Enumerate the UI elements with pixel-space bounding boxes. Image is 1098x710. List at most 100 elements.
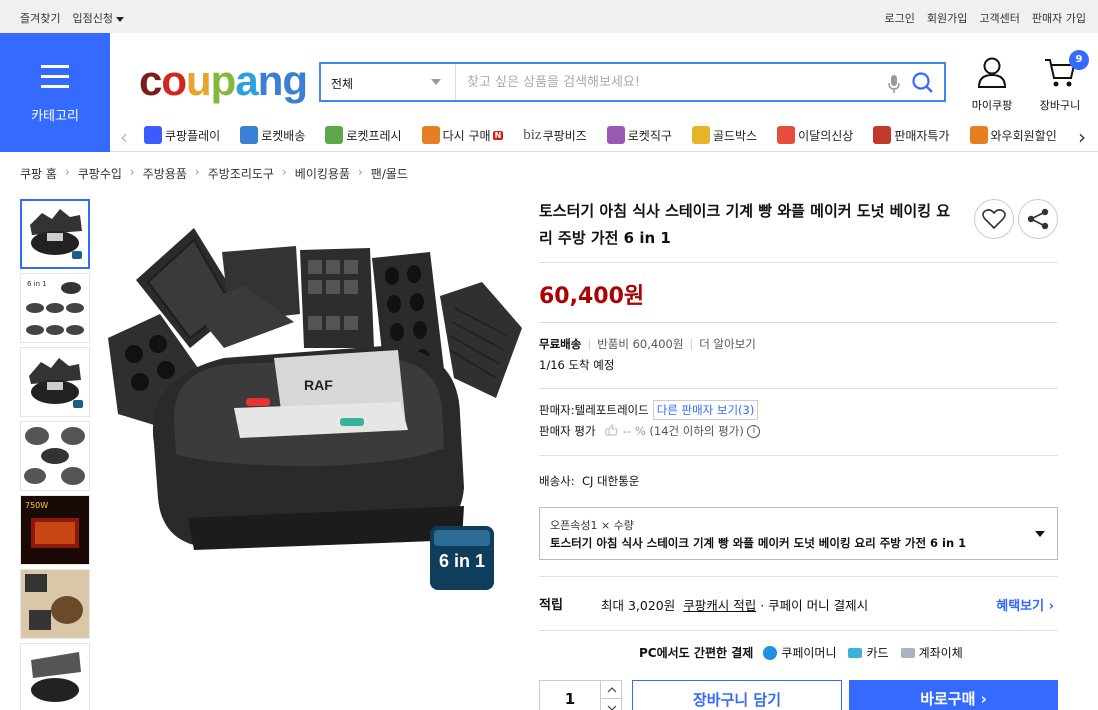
option-value: 토스터기 아침 식사 스테이크 기계 빵 와플 메이커 도넛 베이킹 요리 주방… [550, 536, 967, 550]
coupang-logo[interactable]: coupang [139, 57, 308, 104]
thumbnail-5[interactable]: 750W [20, 495, 90, 565]
category-button[interactable]: 카테고리 [0, 33, 110, 152]
nav-item-label: 로켓프레시 [346, 128, 402, 143]
nav-item[interactable]: 와우회원할인 [969, 126, 1057, 144]
seller-info: 판매자:텔레포트레이드 다른 판매자 보기(3) [539, 400, 759, 420]
nav-item[interactable]: 쿠팡플레이 [144, 126, 220, 144]
nav-item[interactable]: 로켓배송 [240, 126, 305, 144]
breadcrumb-item[interactable]: 팬/몰드 [371, 165, 408, 182]
signup-link[interactable]: 회원가입 [927, 10, 967, 26]
search-scope-select[interactable]: 전체 [321, 64, 456, 100]
chevron-up-icon [607, 687, 617, 693]
seller-label: 판매자: [539, 403, 575, 417]
customer-center-link[interactable]: 고객센터 [979, 10, 1019, 26]
nav-item[interactable]: 로켓직구 [606, 126, 672, 144]
search-scope-value: 전체 [331, 77, 354, 91]
logo-letter: a [235, 57, 258, 104]
wishlist-button[interactable] [974, 199, 1014, 239]
thumbnail-1[interactable] [20, 199, 90, 269]
arrival-date: 1/16 도착 예정 [539, 358, 615, 372]
quantity-down-button[interactable] [600, 699, 622, 710]
nav-item[interactable]: 로켓프레시 [325, 126, 402, 144]
nav-item-icon [691, 126, 710, 144]
category-label: 카테고리 [31, 109, 79, 124]
seller-apply-label: 입점신청 [72, 12, 113, 25]
info-icon[interactable]: i [747, 425, 761, 438]
heart-icon [982, 209, 1006, 230]
breadcrumb-item[interactable]: 베이킹용품 [295, 165, 350, 182]
breadcrumb-item[interactable]: 주방용품 [143, 165, 187, 182]
new-badge: N [492, 130, 504, 140]
category-nav: ‹ 쿠팡플레이 로켓배송 로켓프레시 다시 구매 N biz 쿠팡비즈 로켓직구 골드박스 이달의… [110, 119, 1098, 152]
rating-note: (14건 이하의 평가) [649, 424, 744, 438]
coupay-icon [763, 645, 778, 660]
reward-label: 적립 [539, 598, 563, 613]
thumbnail-4[interactable] [20, 421, 90, 491]
seller-apply-dropdown[interactable]: 입점신청 [72, 10, 124, 26]
quantity-stepper: 1 [539, 680, 622, 710]
nav-item[interactable]: 이달의신상 [777, 126, 853, 144]
other-sellers-button[interactable]: 다른 판매자 보기(3) [652, 400, 759, 420]
option-select[interactable]: 오픈속성1 × 수량 토스터기 아침 식사 스테이크 기계 빵 와플 메이커 도… [539, 507, 1058, 560]
nav-item[interactable]: 판매자특가 [873, 126, 950, 144]
share-button[interactable] [1018, 199, 1058, 239]
thumbnail-3[interactable] [20, 347, 90, 417]
nav-item[interactable]: 골드박스 [691, 126, 757, 144]
payment-card[interactable]: 카드 [848, 644, 889, 661]
breadcrumb-item[interactable]: 쿠팡 홈 [20, 165, 57, 182]
payment-coupaymoney[interactable]: 쿠페이머니 [763, 644, 836, 661]
svg-text:750W: 750W [25, 501, 48, 510]
buy-now-button[interactable]: 바로구매 › [849, 680, 1058, 710]
logo-letter: p [210, 57, 237, 104]
nav-prev-arrow-icon[interactable]: ‹ [120, 125, 128, 149]
nav-item-label: 판매자특가 [894, 128, 950, 143]
top-utility-bar: 즐겨찾기 입점신청 로그인 회원가입 고객센터 판매자 가입 [0, 0, 1098, 33]
nav-item-label: 로켓배송 [261, 128, 306, 143]
login-link[interactable]: 로그인 [885, 10, 915, 26]
thumbnail-7[interactable] [20, 643, 90, 710]
breadcrumb-separator-icon: › [194, 165, 200, 179]
thumbnail-2[interactable]: 6 in 1 [20, 273, 90, 343]
nav-item[interactable]: 다시 구매 N [421, 126, 504, 144]
search-input[interactable] [457, 64, 877, 100]
payment-method-label: 계좌이체 [918, 646, 963, 660]
nav-next-arrow-icon[interactable]: › [1078, 125, 1086, 149]
seller-signup-link[interactable]: 판매자 가입 [1032, 10, 1086, 26]
nav-item[interactable]: biz 쿠팡비즈 [523, 126, 587, 144]
microphone-icon[interactable] [887, 74, 901, 97]
carrier-info: 배송사: CJ 대한통운 [539, 473, 639, 489]
bookmark-link[interactable]: 즐겨찾기 [20, 10, 60, 26]
product-price: 60,400원 [539, 284, 645, 309]
benefits-link[interactable]: 혜택보기 › [996, 595, 1054, 614]
nav-item-label: 와우회원할인 [990, 128, 1057, 143]
user-icon [977, 57, 1007, 88]
quantity-up-button[interactable] [600, 681, 622, 699]
svg-text:6 in 1: 6 in 1 [27, 280, 47, 288]
nav-item-label: 쿠팡플레이 [165, 128, 221, 143]
divider [539, 576, 1058, 577]
nav-item-icon [325, 126, 344, 144]
search-icon[interactable] [911, 71, 935, 98]
chevron-down-icon [115, 16, 124, 22]
breadcrumb-item[interactable]: 주방조리도구 [208, 165, 274, 182]
mycoupang-button[interactable]: 마이쿠팡 [964, 56, 1020, 113]
cart-button[interactable]: 9 장바구니 [1032, 50, 1089, 113]
payment-bank-transfer[interactable]: 계좌이체 [900, 644, 963, 661]
coupang-cash-link[interactable]: 쿠팡캐시 적립 [683, 598, 756, 613]
nav-item-icon [606, 126, 625, 144]
main-product-image[interactable]: RAF 6 in 1 [104, 218, 524, 598]
divider [539, 630, 1058, 631]
logo-letter: u [186, 57, 212, 104]
divider [539, 322, 1058, 323]
thumbnail-6[interactable] [20, 569, 90, 639]
breadcrumb-separator-icon: › [357, 165, 363, 179]
divider [539, 262, 1058, 263]
learn-more-link[interactable]: 더 알아보기 [699, 337, 756, 351]
seller-rating: 판매자 평가 -- % (14건 이하의 평가) i [539, 423, 761, 439]
logo-letter: c [139, 57, 162, 104]
quantity-value[interactable]: 1 [540, 690, 600, 708]
breadcrumb-item[interactable]: 쿠팡수입 [78, 165, 122, 182]
nav-item-label: 로켓직구 [627, 128, 672, 143]
add-to-cart-button[interactable]: 장바구니 담기 [632, 680, 842, 710]
nav-item-icon [969, 126, 988, 144]
